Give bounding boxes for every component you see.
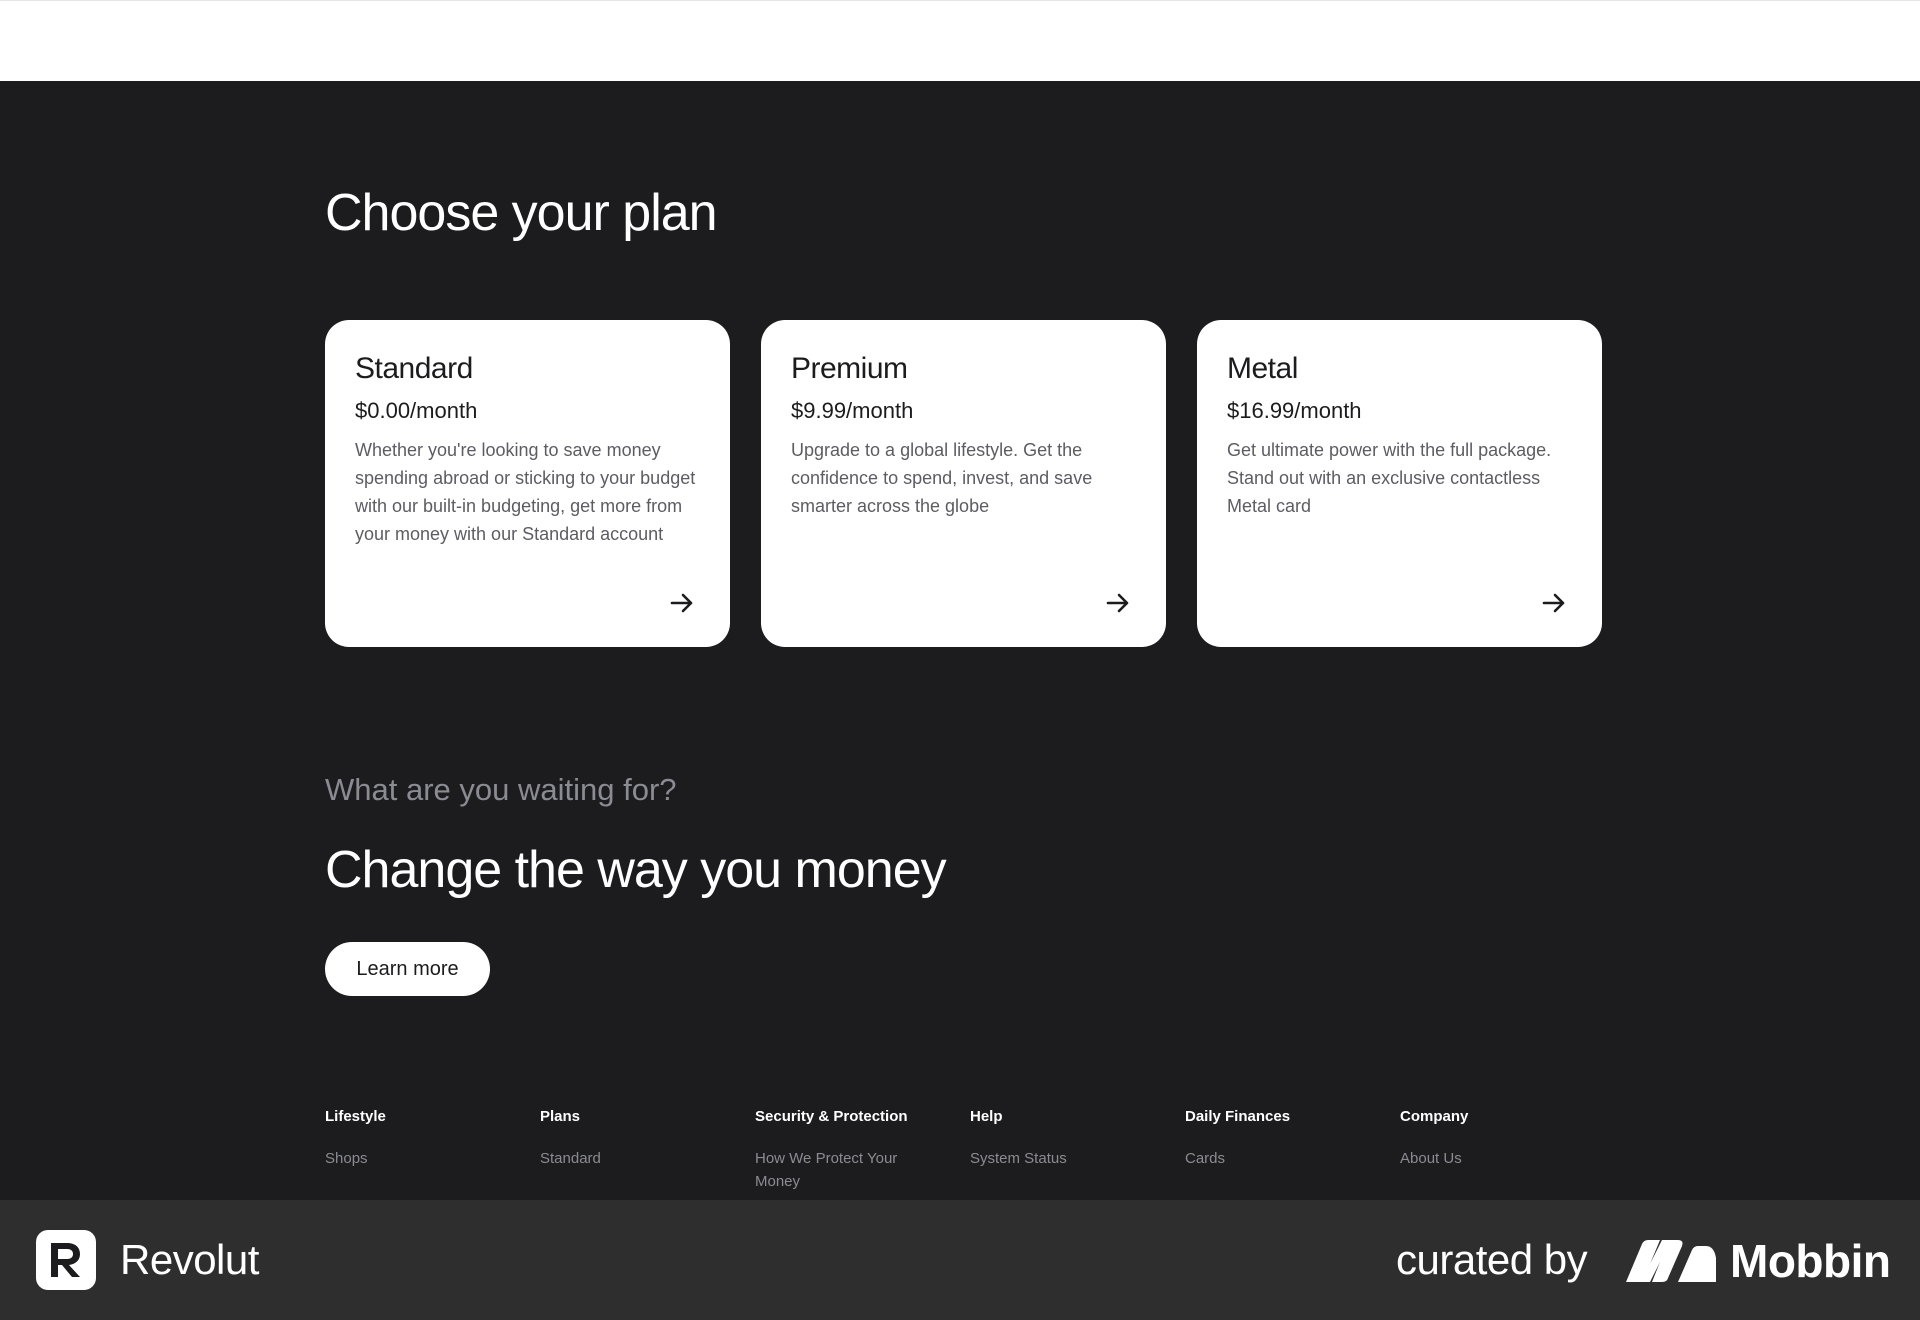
plan-price: $16.99/month bbox=[1227, 398, 1362, 423]
plans-list: Standard $0.00/month Whether you're look… bbox=[325, 320, 1602, 647]
footer-heading: Daily Finances bbox=[1185, 1108, 1291, 1125]
footer-column-plans: Plans Standard bbox=[540, 1108, 755, 1213]
plan-description: Upgrade to a global lifestyle. Get the c… bbox=[791, 440, 1093, 516]
app-name: Revolut bbox=[120, 1236, 259, 1283]
arrow-right-icon[interactable] bbox=[1540, 589, 1568, 617]
footer-link[interactable]: System Status bbox=[970, 1147, 1145, 1170]
footer-heading: Lifestyle bbox=[325, 1108, 386, 1125]
footer-heading: Company bbox=[1400, 1108, 1469, 1125]
top-header-bar bbox=[0, 0, 1920, 81]
footer-column-help: Help System Status bbox=[970, 1108, 1185, 1213]
mobbin-logo-icon bbox=[1626, 1238, 1716, 1282]
plan-description: Get ultimate power with the full package… bbox=[1227, 440, 1552, 516]
brand-bar: Revolut curated by Mobbin bbox=[0, 1200, 1920, 1320]
curated-by-label: curated by bbox=[1396, 1236, 1588, 1283]
footer-heading: Security & Protection bbox=[755, 1108, 908, 1125]
footer-column-lifestyle: Lifestyle Shops bbox=[325, 1108, 540, 1213]
arrow-right-icon[interactable] bbox=[1104, 589, 1132, 617]
plan-name: Premium bbox=[791, 352, 908, 385]
footer-heading: Plans bbox=[540, 1108, 581, 1125]
footer-heading: Help bbox=[970, 1108, 1003, 1125]
plan-name: Standard bbox=[355, 352, 473, 385]
footer-links: Lifestyle Shops Plans Standard Security … bbox=[325, 1108, 1615, 1213]
plan-description: Whether you're looking to save money spe… bbox=[355, 440, 696, 544]
footer-link[interactable]: How We Protect Your Money bbox=[755, 1147, 930, 1193]
footer-link[interactable]: Shops bbox=[325, 1147, 500, 1170]
arrow-right-icon[interactable] bbox=[668, 589, 696, 617]
footer-column-daily-finances: Daily Finances Cards bbox=[1185, 1108, 1400, 1213]
plan-card-metal[interactable]: Metal $16.99/month Get ultimate power wi… bbox=[1197, 320, 1602, 647]
footer-link[interactable]: Cards bbox=[1185, 1147, 1360, 1170]
curator-name: Mobbin bbox=[1730, 1235, 1891, 1287]
footer-column-security: Security & Protection How We Protect You… bbox=[755, 1108, 970, 1213]
cta-title: Change the way you money bbox=[325, 841, 947, 899]
plan-price: $0.00/month bbox=[355, 398, 478, 423]
plan-card-premium[interactable]: Premium $9.99/month Upgrade to a global … bbox=[761, 320, 1166, 647]
plans-section-title: Choose your plan bbox=[325, 184, 718, 242]
footer-column-company: Company About Us bbox=[1400, 1108, 1615, 1213]
footer-link[interactable]: About Us bbox=[1400, 1147, 1575, 1170]
plan-card-standard[interactable]: Standard $0.00/month Whether you're look… bbox=[325, 320, 730, 647]
learn-more-button[interactable]: Learn more bbox=[325, 942, 490, 996]
footer-link[interactable]: Standard bbox=[540, 1147, 715, 1170]
revolut-logo-icon bbox=[36, 1230, 96, 1290]
plan-price: $9.99/month bbox=[791, 398, 914, 423]
plan-name: Metal bbox=[1227, 352, 1298, 385]
cta-eyebrow: What are you waiting for? bbox=[325, 772, 677, 807]
